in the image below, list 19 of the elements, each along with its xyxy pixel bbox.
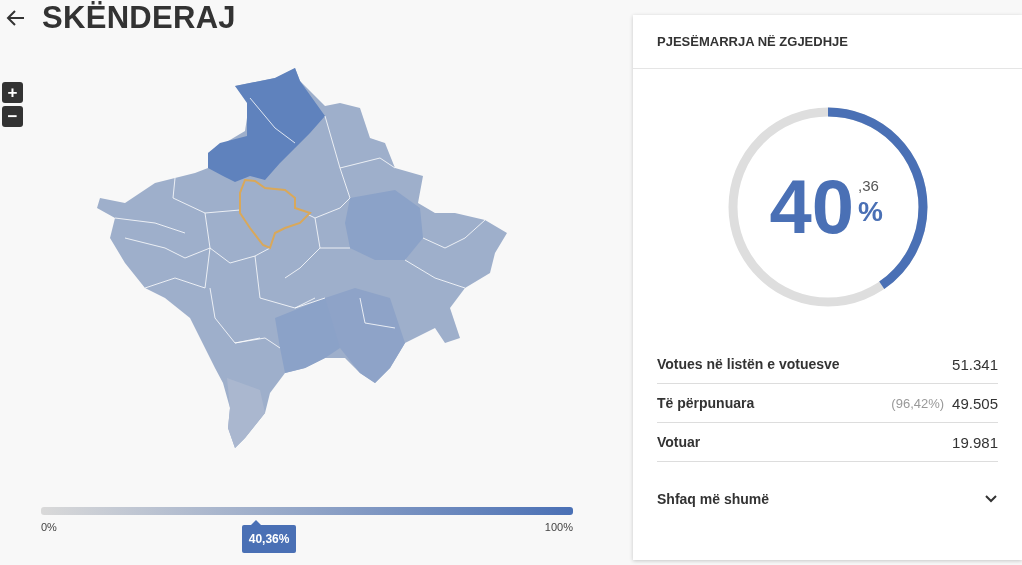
percent-sign: % [858, 196, 883, 228]
stat-value: 51.341 [952, 355, 998, 373]
scale-max-label: 100% [544, 521, 573, 533]
stat-value: 19.981 [952, 433, 998, 451]
stat-label: Të përpunuara [657, 395, 756, 411]
show-more-button[interactable]: Shfaq më shumë [657, 484, 998, 514]
turnout-integer: 40 [769, 167, 855, 247]
page-title: SKËNDERAJ [42, 0, 236, 36]
turnout-decimal: ,36 [858, 177, 880, 194]
value-marker: 40,36% [241, 525, 297, 553]
stat-label: Votuar [657, 434, 702, 450]
stat-value: 49.505 [952, 394, 998, 412]
stat-label: Votues në listën e votuesve [657, 356, 841, 372]
card-title: PJESËMARRJA NË ZGJEDHJE [633, 15, 1022, 69]
chevron-down-icon [984, 494, 998, 504]
zoom-out-button[interactable]: − [2, 106, 23, 127]
stat-percentage: (96,42%) [891, 395, 945, 411]
zoom-in-button[interactable]: + [2, 82, 23, 103]
scale-min-label: 0% [41, 521, 57, 533]
